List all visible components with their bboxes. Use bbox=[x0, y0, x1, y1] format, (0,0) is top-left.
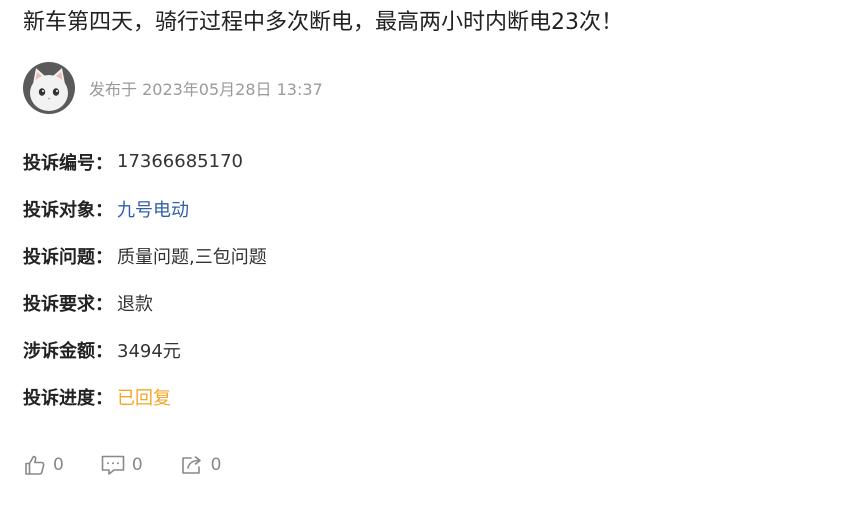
complaint-amount-label: 涉诉金额： bbox=[23, 340, 113, 362]
complaint-issue-value: 质量问题,三包问题 bbox=[117, 246, 267, 268]
complaint-progress-label: 投诉进度： bbox=[23, 387, 113, 409]
complaint-details: 投诉编号： 17366685170 投诉对象： 九号电动 投诉问题： 质量问题,… bbox=[23, 138, 823, 420]
complaint-target-label: 投诉对象： bbox=[23, 199, 113, 221]
like-button[interactable]: 0 bbox=[23, 453, 64, 477]
comment-button[interactable]: 0 bbox=[100, 453, 143, 477]
complaint-issue-row: 投诉问题： 质量问题,三包问题 bbox=[23, 232, 823, 279]
complaint-amount-value: 3494元 bbox=[117, 340, 181, 362]
complaint-title: 新车第四天，骑行过程中多次断电，最高两小时内断电23次！ bbox=[23, 10, 623, 35]
complaint-demand-value: 退款 bbox=[117, 293, 153, 315]
complaint-number-label: 投诉编号： bbox=[23, 152, 113, 174]
complaint-target-link[interactable]: 九号电动 bbox=[117, 196, 189, 222]
comment-icon bbox=[100, 453, 126, 477]
comment-count: 0 bbox=[131, 455, 143, 475]
complaint-status-badge: 已回复 bbox=[117, 387, 171, 409]
cat-avatar-icon[interactable] bbox=[23, 62, 75, 114]
complaint-number-value: 17366685170 bbox=[117, 151, 243, 172]
complaint-demand-row: 投诉要求： 退款 bbox=[23, 279, 823, 326]
complaint-number-row: 投诉编号： 17366685170 bbox=[23, 138, 823, 185]
publish-time: 发布于 2023年05月28日 13:37 bbox=[89, 80, 323, 99]
like-count: 0 bbox=[53, 455, 64, 475]
post-actions: 0 0 0 bbox=[23, 450, 257, 480]
complaint-issue-label: 投诉问题： bbox=[23, 246, 113, 268]
complaint-progress-row: 投诉进度： 已回复 bbox=[23, 373, 823, 420]
complaint-target-row: 投诉对象： 九号电动 bbox=[23, 185, 823, 232]
share-count: 0 bbox=[210, 455, 222, 475]
author-meta: 发布于 2023年05月28日 13:37 bbox=[23, 62, 323, 114]
complaint-demand-label: 投诉要求： bbox=[23, 293, 113, 315]
complaint-amount-row: 涉诉金额： 3494元 bbox=[23, 326, 823, 373]
share-button[interactable]: 0 bbox=[179, 453, 222, 477]
share-icon bbox=[179, 453, 205, 477]
thumbs-up-icon bbox=[23, 453, 47, 477]
